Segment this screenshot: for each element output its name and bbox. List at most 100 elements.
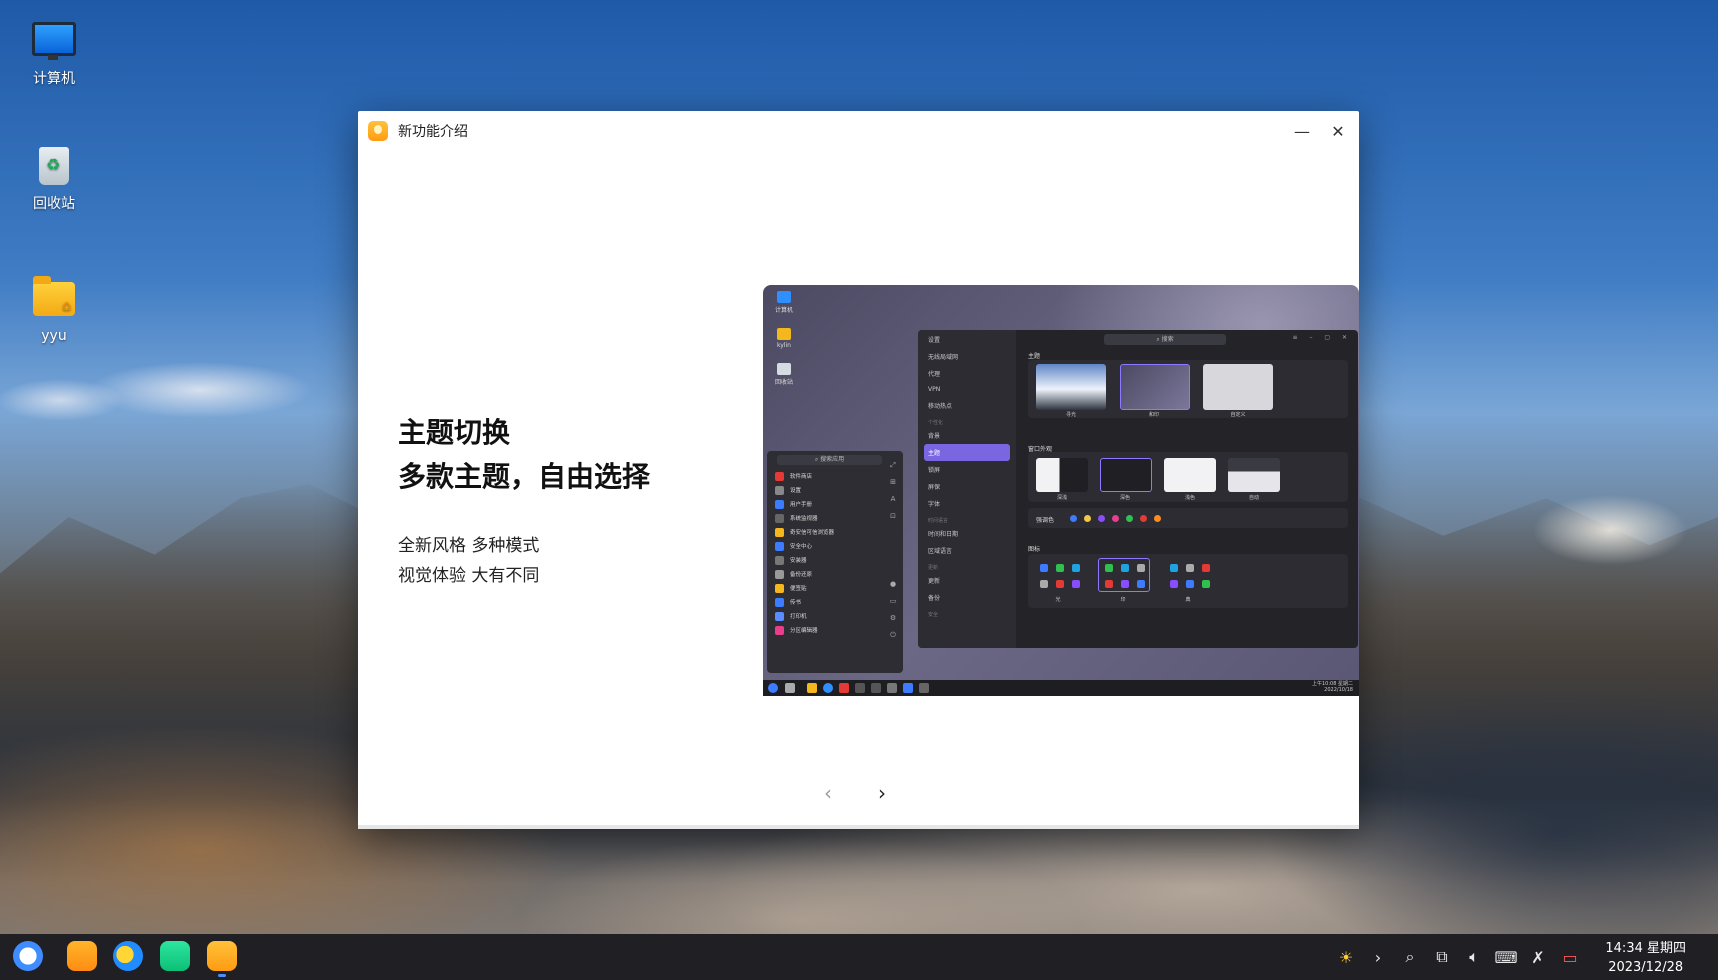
preview-app-icon	[775, 471, 784, 481]
preview-sidebar-item: 时间和日期	[928, 531, 959, 538]
preview-menu-search: ⌕ 搜索应用	[777, 455, 882, 465]
brightness-icon[interactable]: ☀	[1330, 948, 1362, 967]
preview-menu-item-label: 安全中心	[790, 544, 813, 550]
preview-sidebar-group-head: 更新	[928, 565, 939, 571]
preview-accent-dot	[1098, 515, 1105, 522]
preview-sidebar-item: 移动热点	[928, 403, 953, 410]
preview-section-icons: 图标	[1028, 546, 1041, 553]
preview-menu-item: 系统监视器	[767, 511, 903, 525]
feature-intro-taskbar-icon[interactable]	[207, 941, 237, 971]
preview-accent-dot	[1140, 515, 1147, 522]
preview-window-style-label: 浅色	[1184, 495, 1195, 501]
preview-menu-item: 软件商店	[767, 469, 903, 483]
keyboard-icon[interactable]: ⌨	[1490, 948, 1522, 967]
minimize-button[interactable]: —	[1291, 120, 1313, 142]
preview-window-controls: ≡ – ▢ ✕	[1292, 334, 1352, 341]
desktop-icon-label: yyu	[41, 328, 67, 344]
preview-app-icon	[775, 555, 784, 565]
desktop-icon-home-folder[interactable]: yyu	[9, 276, 99, 344]
feature-title-line2: 多款主题，自由选择	[398, 460, 651, 493]
preview-sidebar-item: 备份	[928, 595, 941, 602]
preview-menu-item-label: 便签贴	[790, 586, 807, 592]
preview-window-style-label: 深浅	[1056, 495, 1067, 501]
browser-taskbar-icon[interactable]	[113, 941, 143, 971]
preview-icon-sample	[1170, 564, 1178, 572]
preview-search: ⌕ 搜索	[1104, 334, 1226, 345]
taskbar: ☀ › ⌕ ⧉ 🔈︎ ⌨ ✗ ▭ 14:34 星期四 2023/12/28	[0, 934, 1718, 980]
preview-app-icon	[775, 513, 784, 523]
clock-date: 2023/12/28	[1608, 960, 1684, 975]
pager-nav: ‹ ›	[818, 781, 892, 805]
preview-app-icon	[775, 611, 784, 621]
taskbar-clock[interactable]: 14:34 星期四 2023/12/28	[1605, 939, 1686, 977]
desktop-icon-label: 回收站	[33, 196, 75, 212]
preview-menu-item-label: 用户手册	[790, 502, 813, 508]
preview-accent-dot	[1112, 515, 1119, 522]
preview-accent-dot	[1070, 515, 1077, 522]
preview-sidebar-item: 更新	[928, 578, 941, 585]
preview-icon-sample	[1186, 580, 1194, 588]
chevron-right-icon[interactable]: ›	[1362, 948, 1394, 967]
search-icon[interactable]: ⌕	[1394, 947, 1426, 967]
preview-icon-sample	[1202, 564, 1210, 572]
wallpaper-clouds-right	[1500, 470, 1718, 590]
software-store-taskbar-icon[interactable]	[160, 941, 190, 971]
preview-icon-sample	[1040, 580, 1048, 588]
preview-menu-item-label: 奇安信可信浏览器	[790, 530, 835, 536]
preview-settings-main: ⌕ 搜索 ≡ – ▢ ✕ 主题 寻光 和印 自定义 窗口外观 深浅 深色 浅色 …	[1016, 330, 1358, 648]
window-title: 新功能介绍	[398, 124, 468, 140]
preview-menu-item-label: 安装器	[790, 558, 807, 564]
start-menu-button[interactable]	[13, 941, 43, 971]
feature-desc-line2: 视觉体验 大有不同	[398, 566, 540, 586]
preview-desktop-icon: 计算机	[769, 291, 799, 314]
preview-icon-sample	[1072, 580, 1080, 588]
preview-app-icon	[775, 527, 784, 537]
close-button[interactable]: ✕	[1327, 120, 1349, 142]
preview-taskbar: 上午10:08 星期二 2022/10/18	[763, 680, 1359, 696]
preview-icon-sample	[1040, 564, 1048, 572]
preview-window-style-label: 深色	[1119, 495, 1130, 501]
preview-menu-item-label: 备份还原	[790, 572, 813, 578]
preview-app-icon	[775, 597, 784, 607]
window-titlebar[interactable]: 新功能介绍 — ✕	[358, 111, 1359, 151]
file-manager-taskbar-icon[interactable]	[67, 941, 97, 971]
feature-title-line1: 主题切换	[398, 416, 511, 449]
desktop-icon-trash[interactable]: 回收站	[9, 147, 99, 213]
preview-menu-item-label: 打印机	[790, 614, 807, 620]
preview-sidebar-item: 区域语言	[928, 548, 953, 555]
preview-settings-sidebar: 设置 无线局域网 代理 VPN 移动热点 个性化 背景 主题 锁屏 屏保 字体 时间语言 时间和日期区…	[918, 330, 1016, 648]
preview-menu-item-label: 传书	[790, 600, 802, 606]
bluetooth-off-icon[interactable]: ✗	[1522, 948, 1554, 967]
desktop-icon-label: 计算机	[33, 71, 75, 87]
preview-icon-set-label: 典	[1185, 597, 1191, 603]
feature-description: 全新风格 多种模式 视觉体验 大有不同	[398, 531, 539, 591]
preview-sidebar-item: 背景	[928, 433, 941, 440]
trash-icon	[32, 147, 76, 187]
notification-icon[interactable]: ▭	[1554, 948, 1586, 967]
preview-section-accent: 强调色	[1036, 517, 1055, 524]
clock-time: 14:34 星期四	[1605, 941, 1686, 956]
preview-theme-label: 自定义	[1230, 412, 1246, 418]
preview-menu-item-label: 分区编辑器	[790, 628, 818, 634]
preview-menu-side-icons: ⤢ ⊞ A ⊡ ● ▭ ⚙ ⏻	[889, 461, 897, 639]
next-page-button[interactable]: ›	[872, 781, 892, 805]
feature-intro-app-icon	[368, 121, 388, 141]
preview-app-icon	[775, 583, 784, 593]
preview-menu-item: 打印机	[767, 609, 903, 623]
preview-accent-dot	[1154, 515, 1161, 522]
preview-app-icon	[775, 485, 784, 495]
volume-icon[interactable]: 🔈︎	[1458, 947, 1490, 967]
preview-menu-item-label: 软件商店	[790, 474, 813, 480]
preview-app-icon	[775, 541, 784, 551]
preview-sidebar-item: 主题	[924, 444, 1010, 461]
theme-preview-screenshot: 计算机 kylin 回收站 设置 无线局域网 代理 VPN 移动热点 个性化 背景 主题 锁屏…	[763, 285, 1359, 696]
home-folder-icon	[32, 276, 76, 322]
preview-theme-label: 和印	[1148, 412, 1159, 418]
desktop-icon-computer[interactable]: 计算机	[9, 22, 99, 88]
preview-icons-panel: 光 印 典	[1028, 554, 1348, 608]
preview-icon-sample	[1072, 564, 1080, 572]
preview-icon-sample	[1202, 580, 1210, 588]
preview-accent-dot	[1126, 515, 1133, 522]
network-icon[interactable]: ⧉	[1426, 947, 1458, 967]
prev-page-button[interactable]: ‹	[818, 781, 838, 805]
